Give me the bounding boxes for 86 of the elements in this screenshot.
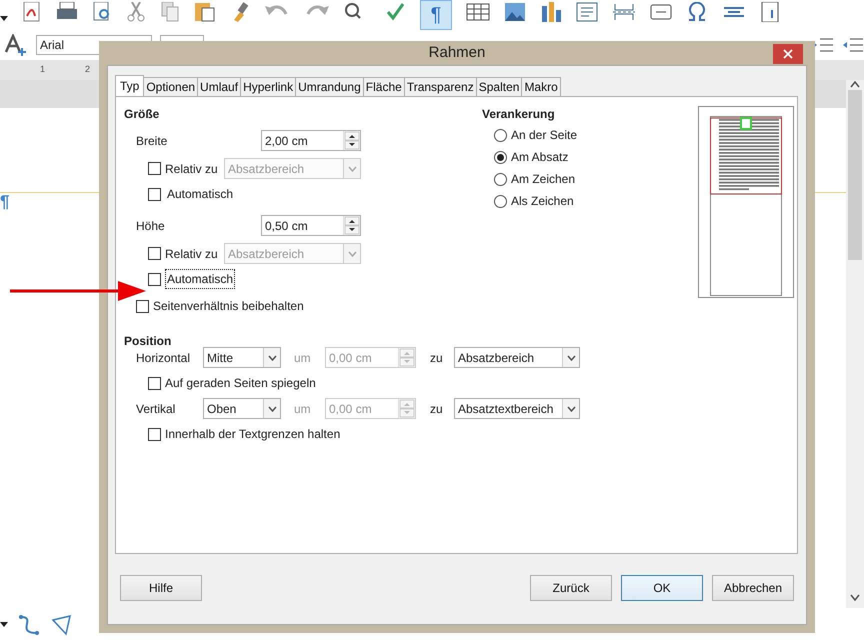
field-label: zu [430, 400, 444, 418]
table-icon[interactable] [466, 2, 490, 22]
polygon-icon[interactable] [50, 614, 72, 636]
curve-icon[interactable] [18, 614, 40, 636]
tab[interactable]: Hyperlink [240, 77, 296, 96]
radio-label: An der Seite [511, 127, 578, 144]
font-style-icon[interactable] [4, 34, 28, 56]
caret-icon[interactable] [0, 622, 8, 628]
dialog-button[interactable]: Abbrechen [712, 575, 794, 601]
checkbox[interactable] [148, 376, 161, 390]
checkbox[interactable] [148, 188, 161, 200]
field-label: Horizontal [136, 350, 192, 366]
field-label: Vertikal [136, 400, 176, 418]
formatting-marks-button[interactable]: ¶ [420, 0, 452, 30]
print-preview-icon[interactable] [92, 2, 112, 22]
dropdown[interactable]: Absatzbereich [454, 347, 580, 368]
close-icon [783, 49, 793, 59]
radio-button[interactable] [494, 128, 507, 142]
tab[interactable]: Transparenz [404, 77, 477, 96]
field-label: Höhe [136, 218, 166, 234]
pdf-icon[interactable] [22, 2, 42, 22]
picture-icon[interactable] [504, 2, 526, 22]
section-heading: Position [124, 333, 172, 350]
spin-arrows-icon [344, 216, 360, 235]
field-label: um [294, 350, 312, 366]
page-break-icon[interactable] [612, 2, 636, 22]
chevron-icon [268, 406, 276, 412]
spin-arrows-icon [344, 131, 360, 150]
chevron-icon [348, 250, 356, 256]
spin-arrows-icon [399, 399, 415, 418]
checkbox-label: Automatisch [165, 269, 236, 289]
section-heading: Größe [124, 106, 160, 123]
radio-button[interactable] [494, 194, 507, 208]
radio-label: Als Zeichen [511, 193, 574, 210]
close-button[interactable] [773, 44, 803, 64]
dialog-button[interactable]: OK [621, 575, 703, 601]
chevron-icon [268, 354, 276, 360]
vertical-scrollbar[interactable] [846, 80, 864, 608]
bar-chart-icon[interactable] [540, 2, 562, 22]
field-label: zu [430, 350, 444, 366]
spin-arrows-icon [399, 348, 415, 367]
window-title: Rahmen [428, 42, 486, 63]
checkbox-label: Auf geraden Seiten spiegeln [165, 375, 316, 392]
scissors-icon[interactable] [126, 2, 146, 22]
checkbox[interactable] [136, 300, 149, 312]
special-char-icon[interactable] [686, 2, 708, 22]
scroll-down-icon[interactable] [850, 594, 860, 602]
scroll-up-icon[interactable] [850, 80, 860, 88]
checkbox-label: Seitenverhältnis beibehalten [153, 298, 304, 315]
paragraph-mark: ¶ [0, 192, 10, 211]
radio-label: Am Absatz [511, 149, 568, 166]
tab[interactable]: Makro [521, 77, 561, 96]
section-heading: Verankerung [482, 106, 556, 123]
paste-icon[interactable] [194, 2, 216, 22]
radio-label: Am Zeichen [511, 171, 576, 188]
checkbox[interactable] [148, 272, 161, 286]
printer-icon[interactable] [56, 2, 78, 22]
spin-field[interactable]: 0,50 cm [261, 215, 361, 236]
field-icon[interactable] [650, 2, 672, 22]
radio-button[interactable] [494, 150, 507, 164]
ruler-number: 1 [40, 63, 46, 76]
outdent-icon[interactable] [842, 37, 864, 53]
spin-field[interactable]: 2,00 cm [261, 130, 361, 151]
dialog-button[interactable]: Hilfe [120, 575, 202, 601]
chevron-icon [348, 166, 356, 172]
field-label: um [294, 400, 312, 418]
text-frame-icon[interactable] [576, 2, 598, 22]
checkbox[interactable] [148, 428, 161, 440]
dropdown[interactable]: Mitte [203, 347, 281, 368]
ruler-number: 2 [85, 63, 90, 76]
tab[interactable]: Typ [115, 75, 144, 96]
field-label: Breite [136, 132, 168, 150]
dropdown[interactable]: Oben [203, 398, 281, 419]
tab[interactable]: Umrandung [295, 77, 364, 96]
checkbox-label: Relativ zu [165, 246, 219, 262]
tab[interactable]: Spalten [476, 77, 522, 96]
caret-icon[interactable] [0, 16, 8, 22]
dialog-button[interactable]: Zurück [530, 575, 612, 601]
chevron-icon [566, 354, 576, 360]
chevron-icon [566, 406, 576, 412]
tab[interactable]: Optionen [143, 77, 198, 96]
checkbox-label: Automatisch [166, 186, 234, 203]
checkbox-label: Relativ zu [165, 160, 219, 178]
radio-button[interactable] [494, 172, 507, 186]
checkbox-label: Innerhalb der Textgrenzen halten [165, 426, 340, 443]
dropdown[interactable]: Absatztextbereich [454, 398, 580, 419]
